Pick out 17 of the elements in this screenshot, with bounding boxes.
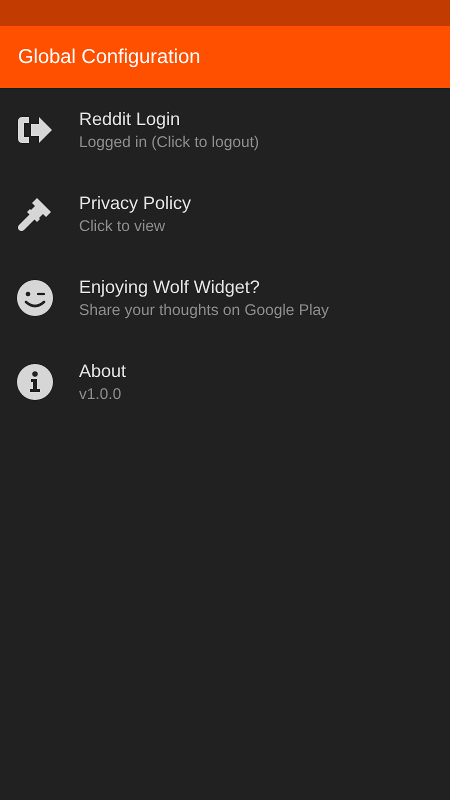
app-bar-title: Global Configuration	[18, 46, 200, 68]
gavel-icon	[17, 196, 53, 232]
settings-item[interactable]: Reddit Login Logged in (Click to logout)	[0, 88, 450, 172]
info-icon	[17, 364, 53, 400]
settings-item[interactable]: Enjoying Wolf Widget? Share your thoughts on Google Play	[0, 256, 450, 340]
item-subtitle: Click to view	[79, 218, 166, 236]
item-subtitle: Logged in (Click to logout)	[79, 134, 260, 152]
item-title: About	[79, 360, 126, 382]
item-title: Enjoying Wolf Widget?	[79, 276, 261, 298]
item-subtitle: v1.0.0	[79, 386, 122, 404]
item-title: Reddit Login	[79, 108, 182, 130]
winking-face-icon	[17, 280, 53, 316]
settings-item[interactable]: Privacy Policy Click to view	[0, 172, 450, 256]
item-subtitle: Share your thoughts on Google Play	[79, 302, 329, 320]
item-title: Privacy Policy	[79, 192, 192, 214]
settings-item[interactable]: About v1.0.0	[0, 340, 450, 424]
exit-arrow-icon	[17, 115, 53, 145]
